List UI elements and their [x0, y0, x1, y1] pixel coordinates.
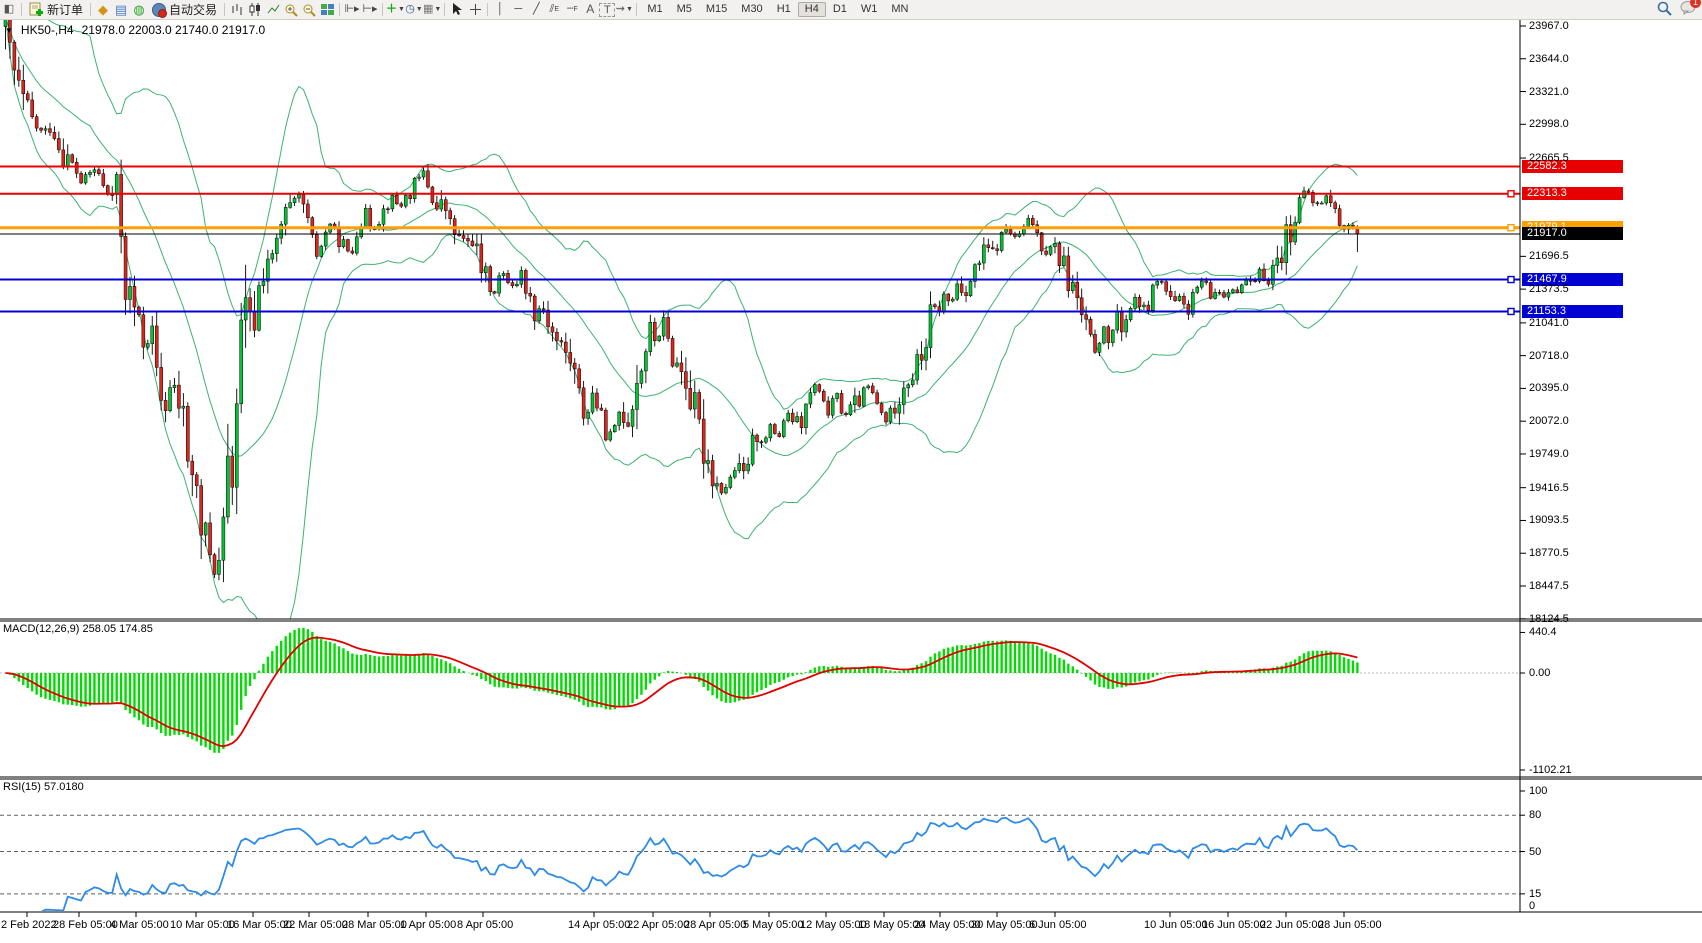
chart-canvas[interactable]	[0, 0, 1702, 943]
level-label[interactable]: 21467.9	[1522, 273, 1623, 286]
level-label[interactable]: 21979.1	[1522, 221, 1623, 234]
chart-menu-icon[interactable]: ▼	[5, 26, 13, 35]
level-label[interactable]: 22313.3	[1522, 187, 1623, 200]
level-label[interactable]: 21153.3	[1522, 305, 1623, 318]
level-label[interactable]: 22582.3	[1522, 160, 1623, 173]
